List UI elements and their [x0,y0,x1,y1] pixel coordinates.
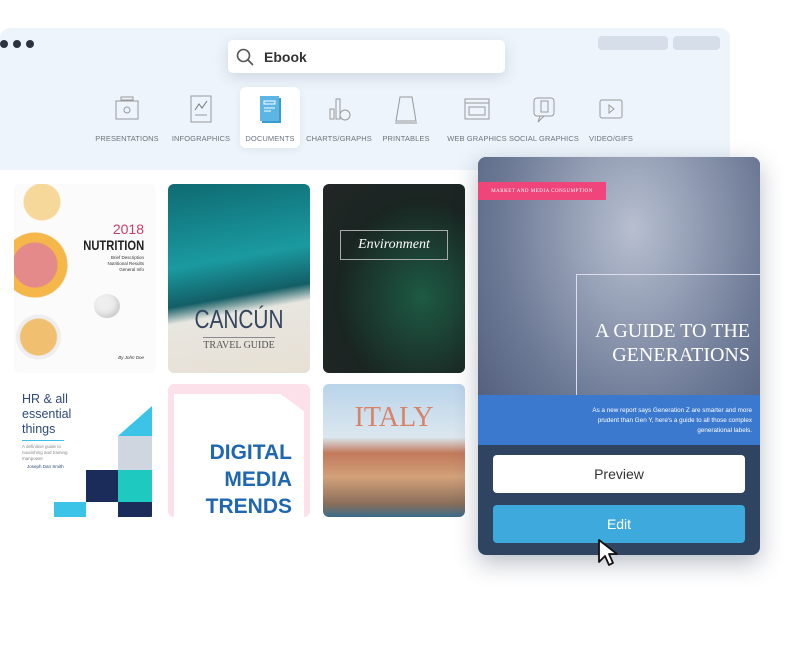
food-image [14,184,84,364]
decor [54,502,86,517]
subtitle: A definitive guide to nourishing and tra… [22,444,68,461]
title: Environment [358,237,430,252]
template-digital-media[interactable]: DIGITAL MEDIA TRENDS [168,384,310,517]
template-cancun[interactable]: CANCÚN TRAVEL GUIDE [168,184,310,373]
preview-button[interactable]: Preview [493,455,745,493]
divider [203,337,275,338]
title-frame: Environment [340,230,448,260]
tag-text: MARKET AND MEDIA CONSUMPTION [491,188,593,194]
decor [118,470,152,502]
template-environment[interactable]: Environment [323,184,465,373]
cover-body: As a new report says Generation Z are sm… [592,407,752,434]
photo [118,436,152,470]
template-hr[interactable]: HR & all essential things A definitive g… [14,384,156,517]
title: NUTRITION [83,237,144,253]
subtitle: TRAVEL GUIDE [203,340,275,351]
category-presentations[interactable]: PRESENTATIONS [95,87,159,148]
decor [118,502,152,517]
author: By John Doe [118,355,144,360]
document-icon [260,96,281,123]
title: HR & all essential things [22,392,72,436]
toolbar-placeholder [598,36,668,50]
category-label: VIDEO/GIFS [589,134,633,143]
infographic-icon [190,95,212,123]
teapot-image [94,294,120,318]
window-controls [0,40,34,48]
year: 2018 [112,221,144,237]
title: CANCÚN [194,304,284,334]
template-italy[interactable]: ITALY [323,384,465,517]
title: DIGITAL MEDIA TRENDS [205,441,292,517]
category-video-gifs[interactable]: VIDEO/GIFS [581,87,641,148]
author: Joseph Dan Smith [27,464,64,469]
cover-title: A GUIDE TO THE GENERATIONS [595,320,750,366]
printable-icon [395,96,417,124]
search-input[interactable] [264,48,464,65]
template-nutrition[interactable]: 2018 NUTRITION Brief Description Nutriti… [14,184,156,373]
chart-icon [329,98,351,121]
toolbar-placeholder [673,36,720,50]
video-icon [599,99,623,119]
search-bar[interactable] [228,40,505,73]
cursor-icon [598,539,618,566]
template-preview-card: MARKET AND MEDIA CONSUMPTION A GUIDE TO … [478,157,760,555]
presentation-icon [115,96,139,120]
line: General Info [119,267,144,272]
web-graphic-icon [464,98,490,120]
decor [118,406,152,436]
title: ITALY [354,402,434,433]
divider [22,440,64,441]
social-graphic-icon [533,97,555,123]
tag-banner: MARKET AND MEDIA CONSUMPTION [478,182,606,200]
search-icon [236,48,254,66]
subtitle-lines: Brief Description Nutritional Results Ge… [107,255,144,273]
decor [86,470,118,502]
